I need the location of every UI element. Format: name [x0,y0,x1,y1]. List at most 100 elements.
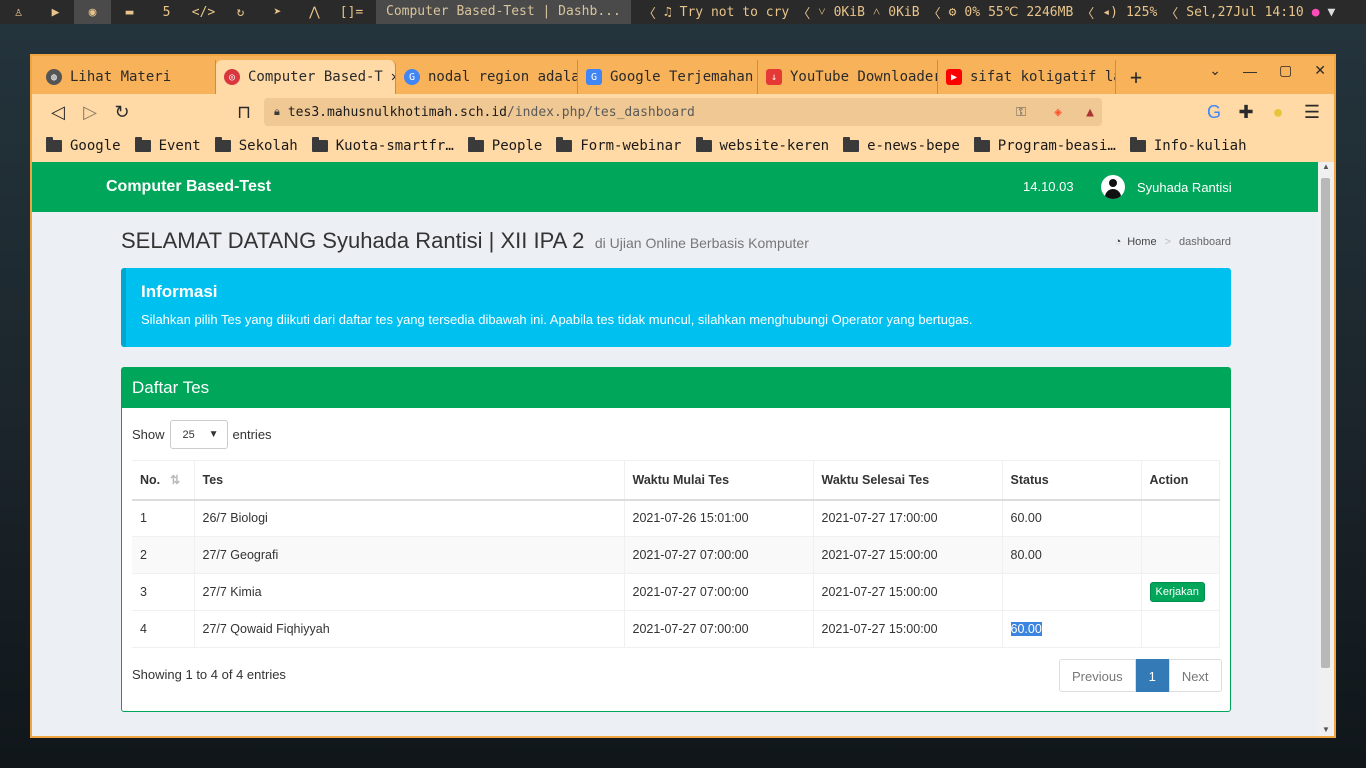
chevron-down-icon: ▼ [208,429,219,440]
close-window-icon[interactable]: ✕ [1314,62,1326,79]
key-icon[interactable]: ⚿ [1016,105,1026,120]
cell-no: 2 [132,536,195,574]
wifi-icon[interactable]: ▼ [1324,5,1340,20]
avatar [1101,175,1125,199]
column-header-no[interactable]: No. ⇅ [132,460,195,501]
folder-icon [695,137,712,152]
next-button[interactable]: Next [1168,659,1222,692]
now-playing[interactable]: Try not to cry [676,5,794,20]
table-row: 4 27/7 Qowaid Fiqhiyyah 2021-07-27 07:00… [132,610,1220,648]
tab-youtube-downloader[interactable]: ↓ YouTube Downloader [758,60,938,94]
window-controls: ⌄ — ▢ ✕ [1209,62,1326,79]
workspace-count[interactable]: 5 [148,0,185,24]
folder-icon [214,137,231,152]
folder-icon [134,137,151,152]
tab-nodal-region[interactable]: G nodal region adala [396,60,578,94]
datetime[interactable]: Sel,27Jul 14:10 [1182,5,1307,20]
translate-icon: G [586,69,602,85]
code-workspace-icon[interactable]: </> [185,0,222,24]
table-row: 3 27/7 Kimia 2021-07-27 07:00:00 2021-07… [132,573,1220,611]
files-workspace-icon[interactable]: ▬ [111,0,148,24]
separator-icon: 〈 [927,6,941,22]
media-workspace-icon[interactable]: ▶ [37,0,74,24]
scroll-down-icon[interactable]: ▼ [1322,725,1330,734]
column-header-status[interactable]: Status [1002,460,1142,501]
bookmark-folder[interactable]: Kuota-smartfr… [311,137,454,154]
folder-icon [311,137,328,152]
tab-label: Lihat Materi [70,69,172,85]
cell-status: 80.00 [1002,536,1142,574]
tab-search-icon[interactable]: ⌄ [1209,62,1221,79]
tab-sifat-koligatif[interactable]: ▶ sifat koligatif la [938,60,1116,94]
column-header-selesai[interactable]: Waktu Selesai Tes [813,460,1003,501]
browser-workspace-icon[interactable]: ◉ [74,0,111,24]
layout-indicator[interactable]: []= [333,0,370,24]
info-callout: Informasi Silahkan pilih Tes yang diikut… [121,268,1231,347]
telegram-workspace-icon[interactable]: ➤ [259,0,296,24]
app-brand[interactable]: Computer Based-Test [106,162,271,212]
tab-google-terjemahan[interactable]: G Google Terjemahan [578,60,758,94]
scrollbar-thumb[interactable] [1321,178,1330,668]
bookmark-folder[interactable]: Google [46,137,121,154]
breadcrumb-home[interactable]: Home [1127,236,1156,248]
youtube-icon: ▶ [946,69,962,85]
new-tab-button[interactable]: + [1116,60,1156,94]
column-header-mulai[interactable]: Waktu Mulai Tes [624,460,814,501]
bookmark-folder[interactable]: Sekolah [214,137,298,154]
bookmark-folder[interactable]: Program-beasi… [973,137,1116,154]
page-1-button[interactable]: 1 [1135,659,1169,692]
dashboard-icon: ◔ [1114,236,1122,248]
cell-tes: 26/7 Biologi [194,499,625,537]
sort-icon[interactable]: ⇅ [170,473,180,487]
bookmark-folder[interactable]: website-keren [695,137,829,154]
volume-value[interactable]: 125% [1122,5,1161,20]
brave-shield-icon[interactable]: ◈ [1054,105,1062,120]
bookmark-folder[interactable]: Info-kuliah [1129,137,1247,154]
separator-icon: 〈 [797,6,811,22]
cell-tes: 27/7 Geografi [194,536,625,574]
previous-button[interactable]: Previous [1059,659,1136,692]
tab-computer-based-test[interactable]: ◎ Computer Based-T ✕ [216,60,396,94]
net-up-value: 0KiB [888,4,920,20]
address-bar[interactable]: 🔒︎ tes3.mahusnulkhotimah.sch.id/index.ph… [264,98,1102,126]
translate-extension-icon[interactable]: G [1198,97,1230,127]
globe-icon: ◍ [46,69,62,85]
column-header-action[interactable]: Action [1141,460,1220,501]
download-icon: ↓ [766,69,782,85]
cell-status [1002,573,1142,611]
page-scrollbar[interactable]: ▲ ▼ [1318,162,1334,736]
forward-icon[interactable]: ▷ [74,97,106,127]
kerjakan-button[interactable]: Kerjakan [1149,582,1205,602]
active-window-title: Computer Based-Test | Dashb... [376,0,631,24]
tab-strip: ◍ Lihat Materi ◎ Computer Based-T ✕ G no… [32,56,1334,94]
bookmark-icon[interactable]: ⊓ [228,97,260,127]
browser-window: ◍ Lihat Materi ◎ Computer Based-T ✕ G no… [30,54,1336,738]
back-icon[interactable]: ◁ [42,97,74,127]
reload-icon[interactable]: ↻ [106,97,138,127]
menu-icon[interactable]: ☰ [1296,97,1328,127]
refresh-workspace-icon[interactable]: ↻ [222,0,259,24]
callout-text: Silahkan pilih Tes yang diikuti dari daf… [141,312,973,327]
maximize-icon[interactable]: ▢ [1279,62,1292,79]
launcher-icon[interactable]: ♙ [0,0,37,24]
column-header-tes[interactable]: Tes [194,460,625,501]
bookmark-folder[interactable]: Event [134,137,201,154]
rewards-icon[interactable]: ▲ [1086,105,1094,120]
volume-icon: ◂) [1102,4,1118,20]
entries-label: entries [232,427,272,442]
tab-lihat-materi[interactable]: ◍ Lihat Materi [38,60,216,94]
bookmark-folder[interactable]: People [467,137,542,154]
page-length-select[interactable]: 25 ▼ [169,420,228,449]
bookmark-folder[interactable]: e-news-bepe [843,137,960,154]
bookmarks-bar: Google Event Sekolah Kuota-smartfr… Peop… [32,130,1334,162]
minimize-icon[interactable]: — [1243,63,1257,79]
extensions-icon[interactable]: ✚ [1230,97,1262,127]
user-menu[interactable]: Syuhada Rantisi [1101,175,1232,199]
arch-icon[interactable]: ⋀ [296,0,333,24]
firefox-tray-icon[interactable]: ● [1308,5,1324,20]
cell-action: Kerjakan [1141,573,1220,611]
bookmark-folder[interactable]: Form-webinar [556,137,682,154]
cell-action [1141,536,1220,574]
scroll-up-icon[interactable]: ▲ [1322,162,1330,171]
profile-icon[interactable]: ● [1262,97,1294,127]
